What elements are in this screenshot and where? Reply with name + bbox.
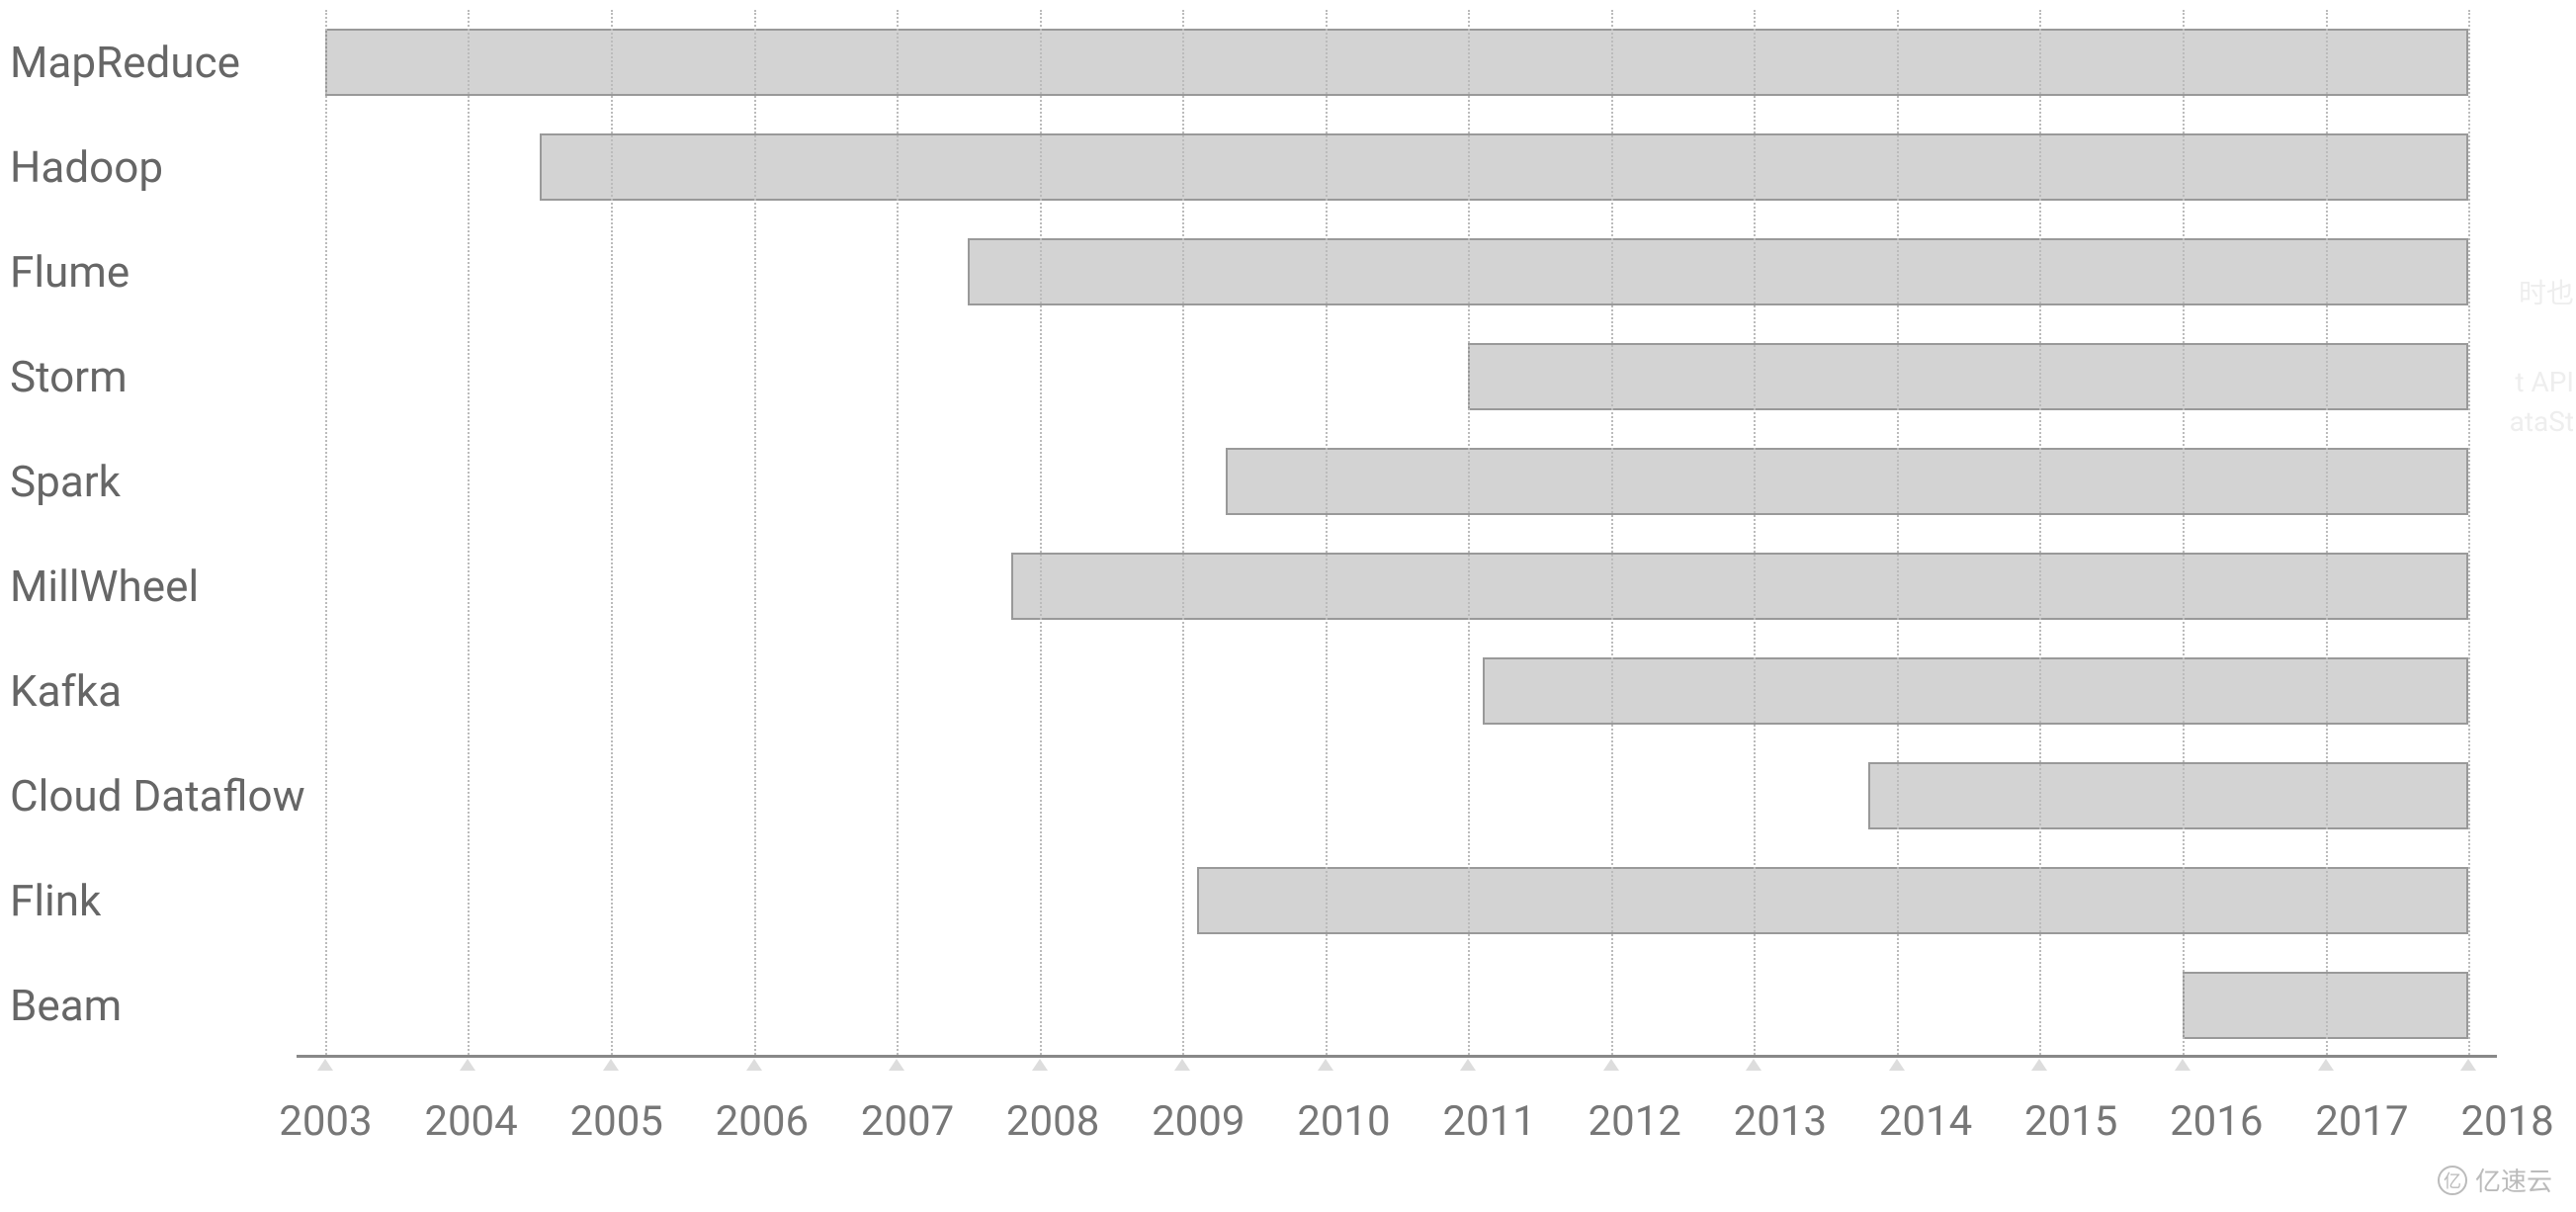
gridline bbox=[897, 10, 899, 1055]
tick-mark bbox=[746, 1059, 762, 1071]
chart-row: Kafka bbox=[297, 639, 2497, 743]
chart-row: Cloud Dataflow bbox=[297, 743, 2497, 848]
tick-mark bbox=[1032, 1059, 1048, 1071]
bg-text: t API bbox=[2515, 366, 2574, 398]
gridline bbox=[2183, 10, 2185, 1055]
x-tick-label: 2004 bbox=[424, 1097, 517, 1146]
row-label: MillWheel bbox=[0, 561, 287, 612]
x-tick-label: 2007 bbox=[861, 1097, 954, 1146]
row-label: Storm bbox=[0, 351, 287, 402]
tick-mark bbox=[2175, 1059, 2190, 1071]
gridline bbox=[2468, 10, 2470, 1055]
x-tick-label: 2014 bbox=[1879, 1097, 1972, 1146]
row-label: Kafka bbox=[0, 665, 287, 717]
timeline-bar bbox=[1011, 553, 2468, 620]
row-label: Flink bbox=[0, 875, 287, 926]
x-tick-label: 2011 bbox=[1442, 1097, 1535, 1146]
gridline bbox=[1182, 10, 1184, 1055]
x-tick-label: 2018 bbox=[2460, 1097, 2553, 1146]
row-label: Spark bbox=[0, 456, 287, 507]
tick-mark bbox=[889, 1059, 904, 1071]
timeline-bar bbox=[1468, 343, 2468, 410]
timeline-bar bbox=[325, 29, 2468, 96]
tick-mark bbox=[460, 1059, 475, 1071]
row-label: Cloud Dataflow bbox=[0, 770, 287, 822]
gridline bbox=[1040, 10, 1042, 1055]
chart-row: Flume bbox=[297, 219, 2497, 324]
tick-mark bbox=[603, 1059, 619, 1071]
timeline-bar bbox=[540, 133, 2468, 201]
gridline bbox=[2039, 10, 2041, 1055]
tick-mark bbox=[2460, 1059, 2476, 1071]
tick-mark bbox=[317, 1059, 333, 1071]
gridline bbox=[2326, 10, 2328, 1055]
tick-mark bbox=[1318, 1059, 1333, 1071]
tick-mark bbox=[2318, 1059, 2334, 1071]
gridline bbox=[1754, 10, 1756, 1055]
bg-text: ataSt bbox=[2510, 405, 2574, 438]
x-tick-label: 2017 bbox=[2315, 1097, 2408, 1146]
row-label: Hadoop bbox=[0, 141, 287, 193]
timeline-bar bbox=[968, 238, 2468, 305]
gridline bbox=[468, 10, 470, 1055]
tick-mark bbox=[2031, 1059, 2047, 1071]
watermark-text: 亿速云 bbox=[2475, 1162, 2552, 1198]
tick-mark bbox=[1460, 1059, 1476, 1071]
chart-rows: MapReduceHadoopFlumeStormSparkMillWheelK… bbox=[297, 10, 2497, 1058]
tick-mark bbox=[1174, 1059, 1190, 1071]
x-axis-labels: 2003200420052006200720082009201020112012… bbox=[297, 1097, 2536, 1157]
timeline-bar bbox=[1226, 448, 2469, 515]
chart-row: Hadoop bbox=[297, 115, 2497, 219]
timeline-bar bbox=[1868, 762, 2468, 829]
chart-row: Flink bbox=[297, 848, 2497, 953]
row-label: MapReduce bbox=[0, 37, 287, 88]
x-tick-label: 2006 bbox=[716, 1097, 809, 1146]
x-tick-label: 2009 bbox=[1152, 1097, 1245, 1146]
chart-row: Spark bbox=[297, 429, 2497, 534]
tick-mark bbox=[1746, 1059, 1761, 1071]
row-label: Flume bbox=[0, 246, 287, 298]
timeline-bar bbox=[1483, 657, 2468, 725]
watermark: 亿 亿速云 bbox=[2438, 1162, 2552, 1198]
chart-row: Storm bbox=[297, 324, 2497, 429]
bg-text: 时也 bbox=[2519, 272, 2574, 311]
timeline-bar bbox=[1197, 867, 2468, 934]
chart-row: MapReduce bbox=[297, 10, 2497, 115]
gridline bbox=[325, 10, 327, 1055]
x-tick-label: 2003 bbox=[279, 1097, 372, 1146]
plot-area: MapReduceHadoopFlumeStormSparkMillWheelK… bbox=[297, 10, 2497, 1058]
row-label: Beam bbox=[0, 980, 287, 1031]
x-tick-label: 2010 bbox=[1297, 1097, 1390, 1146]
gridline bbox=[754, 10, 756, 1055]
chart-row: MillWheel bbox=[297, 534, 2497, 639]
gridline bbox=[1897, 10, 1899, 1055]
gridline bbox=[1326, 10, 1328, 1055]
watermark-icon: 亿 bbox=[2438, 1166, 2467, 1195]
x-tick-label: 2016 bbox=[2170, 1097, 2263, 1146]
gridline bbox=[1468, 10, 1470, 1055]
x-tick-label: 2012 bbox=[1588, 1097, 1680, 1146]
chart-row: Beam bbox=[297, 953, 2497, 1058]
tick-mark bbox=[1889, 1059, 1905, 1071]
gridline bbox=[1611, 10, 1613, 1055]
gridline bbox=[611, 10, 613, 1055]
tick-mark bbox=[1603, 1059, 1619, 1071]
x-tick-label: 2008 bbox=[1006, 1097, 1099, 1146]
timeline-chart: 时也 t API ataSt MapReduceHadoopFlumeStorm… bbox=[0, 0, 2576, 1212]
x-tick-label: 2005 bbox=[569, 1097, 662, 1146]
x-tick-label: 2013 bbox=[1734, 1097, 1827, 1146]
x-tick-label: 2015 bbox=[2024, 1097, 2117, 1146]
